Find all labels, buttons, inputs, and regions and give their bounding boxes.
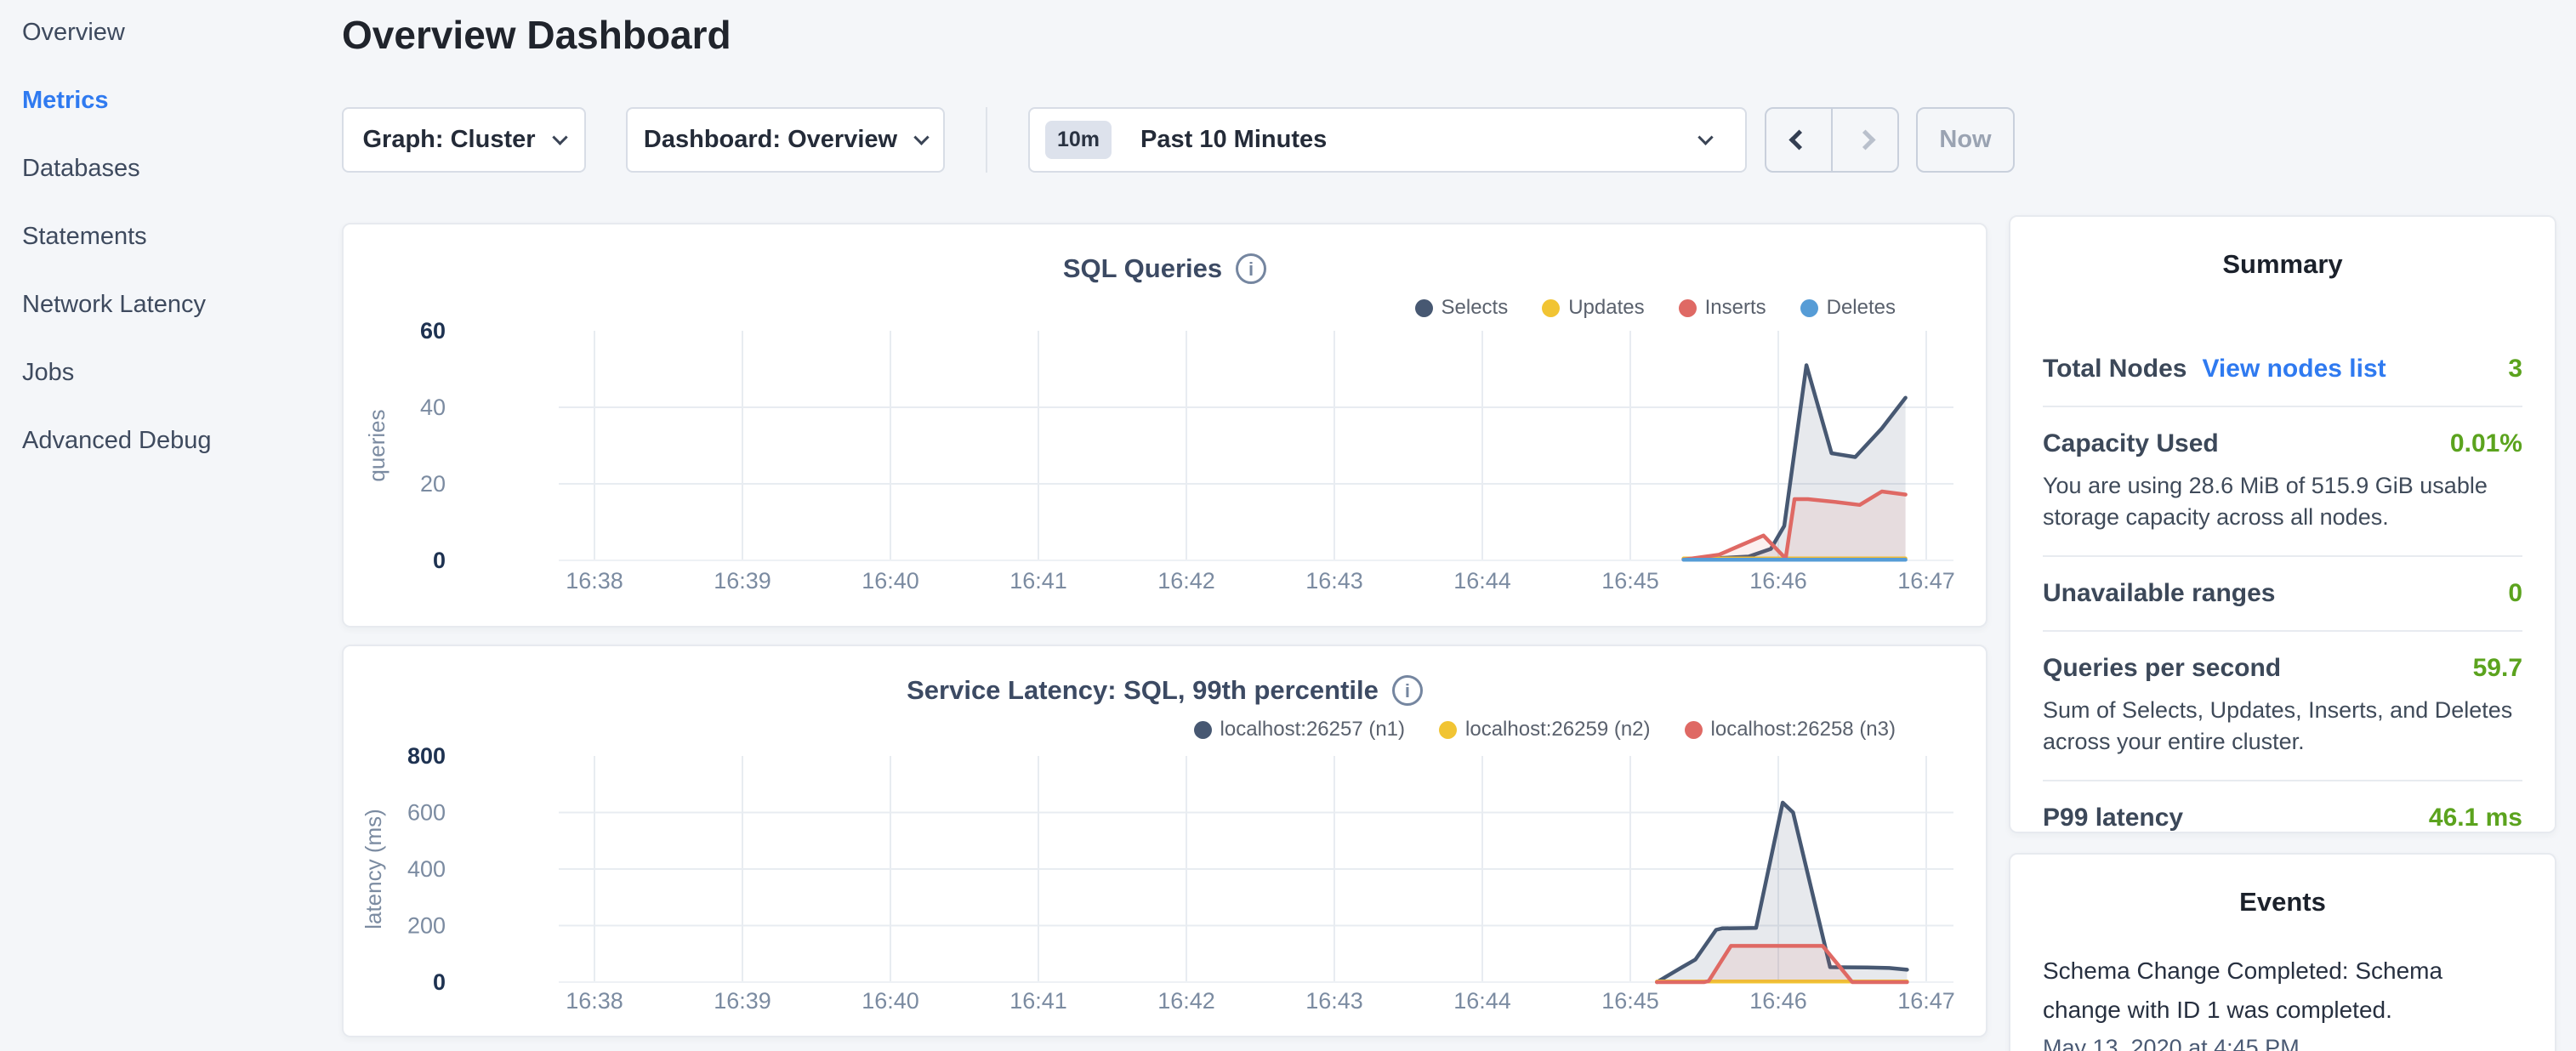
- svg-text:0: 0: [433, 969, 446, 995]
- sidebar-item-network-latency[interactable]: Network Latency: [22, 291, 333, 333]
- svg-text:16:38: 16:38: [566, 988, 623, 1014]
- previous-range-button[interactable]: [1766, 109, 1831, 171]
- svg-text:400: 400: [407, 856, 446, 882]
- svg-text:40: 40: [420, 395, 446, 420]
- svg-text:16:38: 16:38: [566, 568, 623, 594]
- service-latency-chart-card: Service Latency: SQL, 99th percentilei l…: [342, 645, 1987, 1037]
- event-timestamp: May 13, 2020 at 4:45 PM: [2043, 1035, 2522, 1051]
- svg-text:16:46: 16:46: [1749, 988, 1807, 1014]
- summary-row-value: 0.01%: [2450, 429, 2522, 458]
- chevron-down-icon: [552, 129, 567, 145]
- graph-dropdown-label: Graph: Cluster: [362, 126, 535, 154]
- summary-panel: Summary Total Nodes View nodes list 3 Capac…: [2009, 215, 2556, 833]
- svg-text:0: 0: [433, 548, 446, 573]
- time-range-label: Past 10 Minutes: [1140, 126, 1700, 154]
- summary-row-value: 46.1 ms: [2429, 804, 2522, 832]
- svg-text:600: 600: [407, 800, 446, 826]
- summary-rows: Total Nodes View nodes list 3 Capacity Used…: [2043, 332, 2522, 855]
- dashboard-dropdown-label: Dashboard: Overview: [644, 126, 897, 154]
- svg-text:60: 60: [420, 318, 446, 344]
- sidebar-item-statements[interactable]: Statements: [22, 223, 333, 265]
- svg-text:200: 200: [407, 913, 446, 939]
- toolbar-divider: [986, 107, 987, 173]
- svg-text:16:45: 16:45: [1601, 568, 1659, 594]
- svg-text:16:39: 16:39: [714, 988, 771, 1014]
- svg-text:16:47: 16:47: [1897, 988, 1955, 1014]
- summary-row-label: Queries per second: [2043, 654, 2281, 683]
- svg-text:16:40: 16:40: [862, 988, 919, 1014]
- summary-row-value: 3: [2508, 355, 2522, 383]
- event-message: Schema Change Completed: Schema change w…: [2043, 952, 2451, 1030]
- svg-text:16:42: 16:42: [1157, 988, 1215, 1014]
- summary-row-capacity-used: Capacity Used 0.01% You are using 28.6 MiB…: [2043, 406, 2522, 555]
- next-range-button[interactable]: [1831, 109, 1897, 171]
- summary-row-label: Total Nodes: [2043, 355, 2186, 383]
- summary-row-label: Unavailable ranges: [2043, 579, 2275, 608]
- sidebar-item-overview[interactable]: Overview: [22, 19, 333, 61]
- summary-row-unavailable-ranges: Unavailable ranges 0: [2043, 555, 2522, 630]
- summary-title: Summary: [2043, 249, 2522, 280]
- svg-text:16:42: 16:42: [1157, 568, 1215, 594]
- sql-queries-chart: 0 20 40 60 16:38 16:39 16:40 16:41 16:42 16:43 16:…: [344, 224, 1989, 629]
- toolbar: Graph: Cluster Dashboard: Overview 10m P…: [0, 107, 2576, 173]
- summary-row-value: 0: [2508, 579, 2522, 608]
- summary-row-total-nodes: Total Nodes View nodes list 3: [2043, 332, 2522, 406]
- chevron-right-icon: [1855, 129, 1875, 150]
- summary-row-label: Capacity Used: [2043, 429, 2219, 458]
- events-panel: Events Schema Change Completed: Schema c…: [2009, 853, 2556, 1051]
- svg-text:queries: queries: [364, 409, 390, 481]
- svg-text:16:47: 16:47: [1897, 568, 1955, 594]
- chevron-down-icon: [913, 129, 929, 145]
- summary-row-p99-latency: P99 latency 46.1 ms: [2043, 780, 2522, 855]
- svg-text:16:43: 16:43: [1305, 568, 1363, 594]
- svg-text:20: 20: [420, 471, 446, 497]
- sql-queries-chart-card: SQL Queriesi SelectsUpdatesInsertsDelete…: [342, 223, 1987, 628]
- svg-text:16:40: 16:40: [862, 568, 919, 594]
- svg-text:16:44: 16:44: [1453, 568, 1511, 594]
- svg-text:800: 800: [407, 743, 446, 769]
- svg-text:latency (ms): latency (ms): [361, 809, 386, 929]
- svg-text:16:44: 16:44: [1453, 988, 1511, 1014]
- event-item[interactable]: Schema Change Completed: Schema change w…: [2043, 952, 2522, 1051]
- view-nodes-list-link[interactable]: View nodes list: [2202, 355, 2386, 383]
- svg-text:16:45: 16:45: [1601, 988, 1659, 1014]
- svg-text:16:41: 16:41: [1009, 568, 1067, 594]
- time-range-selector[interactable]: 10m Past 10 Minutes: [1028, 107, 1747, 173]
- events-title: Events: [2043, 887, 2522, 917]
- service-latency-chart: 0 200 400 600 800 16:38 16:39 16:40 16:41 16:42 16…: [344, 646, 1989, 1039]
- chevron-down-icon: [1697, 129, 1713, 145]
- page-title: Overview Dashboard: [342, 12, 731, 58]
- summary-row-value: 59.7: [2473, 654, 2522, 683]
- summary-row-description: Sum of Selects, Updates, Inserts, and De…: [2043, 695, 2522, 758]
- dashboard-dropdown[interactable]: Dashboard: Overview: [626, 107, 945, 173]
- chevron-left-icon: [1788, 129, 1809, 150]
- time-step-buttons: [1765, 107, 1899, 173]
- now-button[interactable]: Now: [1916, 107, 2015, 173]
- svg-text:16:41: 16:41: [1009, 988, 1067, 1014]
- summary-row-queries-per-second: Queries per second 59.7 Sum of Selects, Up…: [2043, 630, 2522, 780]
- sidebar-item-jobs[interactable]: Jobs: [22, 359, 333, 401]
- svg-text:16:43: 16:43: [1305, 988, 1363, 1014]
- time-range-badge: 10m: [1045, 121, 1112, 159]
- summary-row-description: You are using 28.6 MiB of 515.9 GiB usab…: [2043, 470, 2522, 533]
- svg-text:16:39: 16:39: [714, 568, 771, 594]
- graph-dropdown[interactable]: Graph: Cluster: [342, 107, 586, 173]
- summary-row-label: P99 latency: [2043, 804, 2183, 832]
- events-list: Schema Change Completed: Schema change w…: [2043, 952, 2522, 1051]
- app-screen: OverviewMetricsDatabasesStatementsNetwor…: [0, 0, 2576, 1051]
- svg-text:16:46: 16:46: [1749, 568, 1807, 594]
- sidebar-item-advanced-debug[interactable]: Advanced Debug: [22, 427, 333, 469]
